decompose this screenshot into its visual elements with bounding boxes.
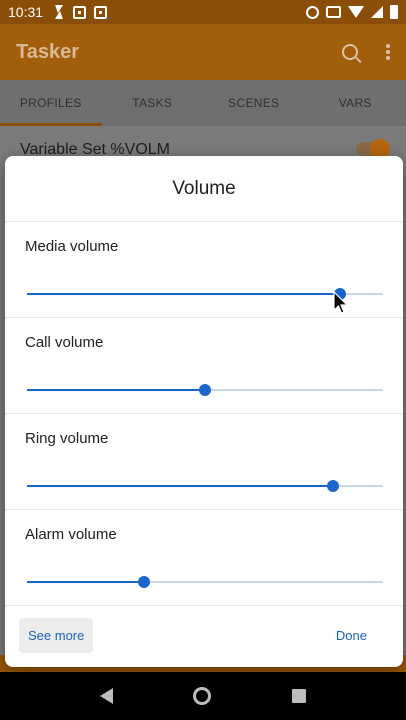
alarm-volume-section: Alarm volume <box>5 510 403 606</box>
alarm-icon <box>306 5 319 19</box>
call-volume-section: Call volume <box>5 318 403 414</box>
tab-profiles[interactable]: PROFILES <box>0 80 102 126</box>
slider-thumb[interactable] <box>199 384 211 396</box>
dialog-footer: See more Done <box>5 604 403 667</box>
volume-dialog: Volume Media volume Call volume Ring vol… <box>5 156 403 667</box>
tasker-notification-icon <box>94 5 108 19</box>
navigation-bar <box>0 672 406 720</box>
tab-tasks[interactable]: TASKS <box>102 80 204 126</box>
search-icon[interactable] <box>342 44 358 60</box>
status-bar: 10:31 <box>0 0 406 24</box>
back-icon[interactable] <box>100 688 114 704</box>
ring-volume-section: Ring volume <box>5 414 403 510</box>
slider-thumb[interactable] <box>327 480 340 492</box>
alarm-volume-slider[interactable] <box>27 576 383 588</box>
call-volume-slider[interactable] <box>27 384 383 396</box>
signal-icon <box>371 6 383 18</box>
dialog-title: Volume <box>5 156 403 222</box>
status-time: 10:31 <box>8 4 44 20</box>
slider-thumb[interactable] <box>138 576 151 588</box>
done-button[interactable]: Done <box>326 618 389 653</box>
more-options-icon[interactable] <box>386 44 390 60</box>
profile-toggle[interactable] <box>356 139 390 159</box>
slider-fill <box>27 581 145 583</box>
ring-volume-slider[interactable] <box>27 480 383 492</box>
wifi-icon <box>348 6 364 18</box>
call-volume-label: Call volume <box>25 334 104 351</box>
recents-icon[interactable] <box>291 689 306 703</box>
media-volume-slider[interactable] <box>27 288 383 300</box>
ring-volume-label: Ring volume <box>25 430 109 447</box>
battery-icon <box>390 5 398 19</box>
app-toolbar: Tasker <box>0 24 406 80</box>
home-icon[interactable] <box>193 687 212 705</box>
bolt-icon <box>51 5 65 19</box>
tab-scenes[interactable]: SCENES <box>203 80 305 126</box>
slider-fill <box>27 389 205 391</box>
media-volume-label: Media volume <box>25 238 119 255</box>
see-more-button[interactable]: See more <box>19 618 94 653</box>
cast-icon <box>326 6 341 18</box>
slider-fill <box>27 485 334 487</box>
slider-fill <box>27 293 341 295</box>
alarm-volume-label: Alarm volume <box>25 526 117 543</box>
app-title: Tasker <box>16 40 80 63</box>
tab-bar: PROFILES TASKS SCENES VARS <box>0 80 406 126</box>
tasker-notification-icon <box>73 5 87 19</box>
tab-vars[interactable]: VARS <box>305 80 406 126</box>
